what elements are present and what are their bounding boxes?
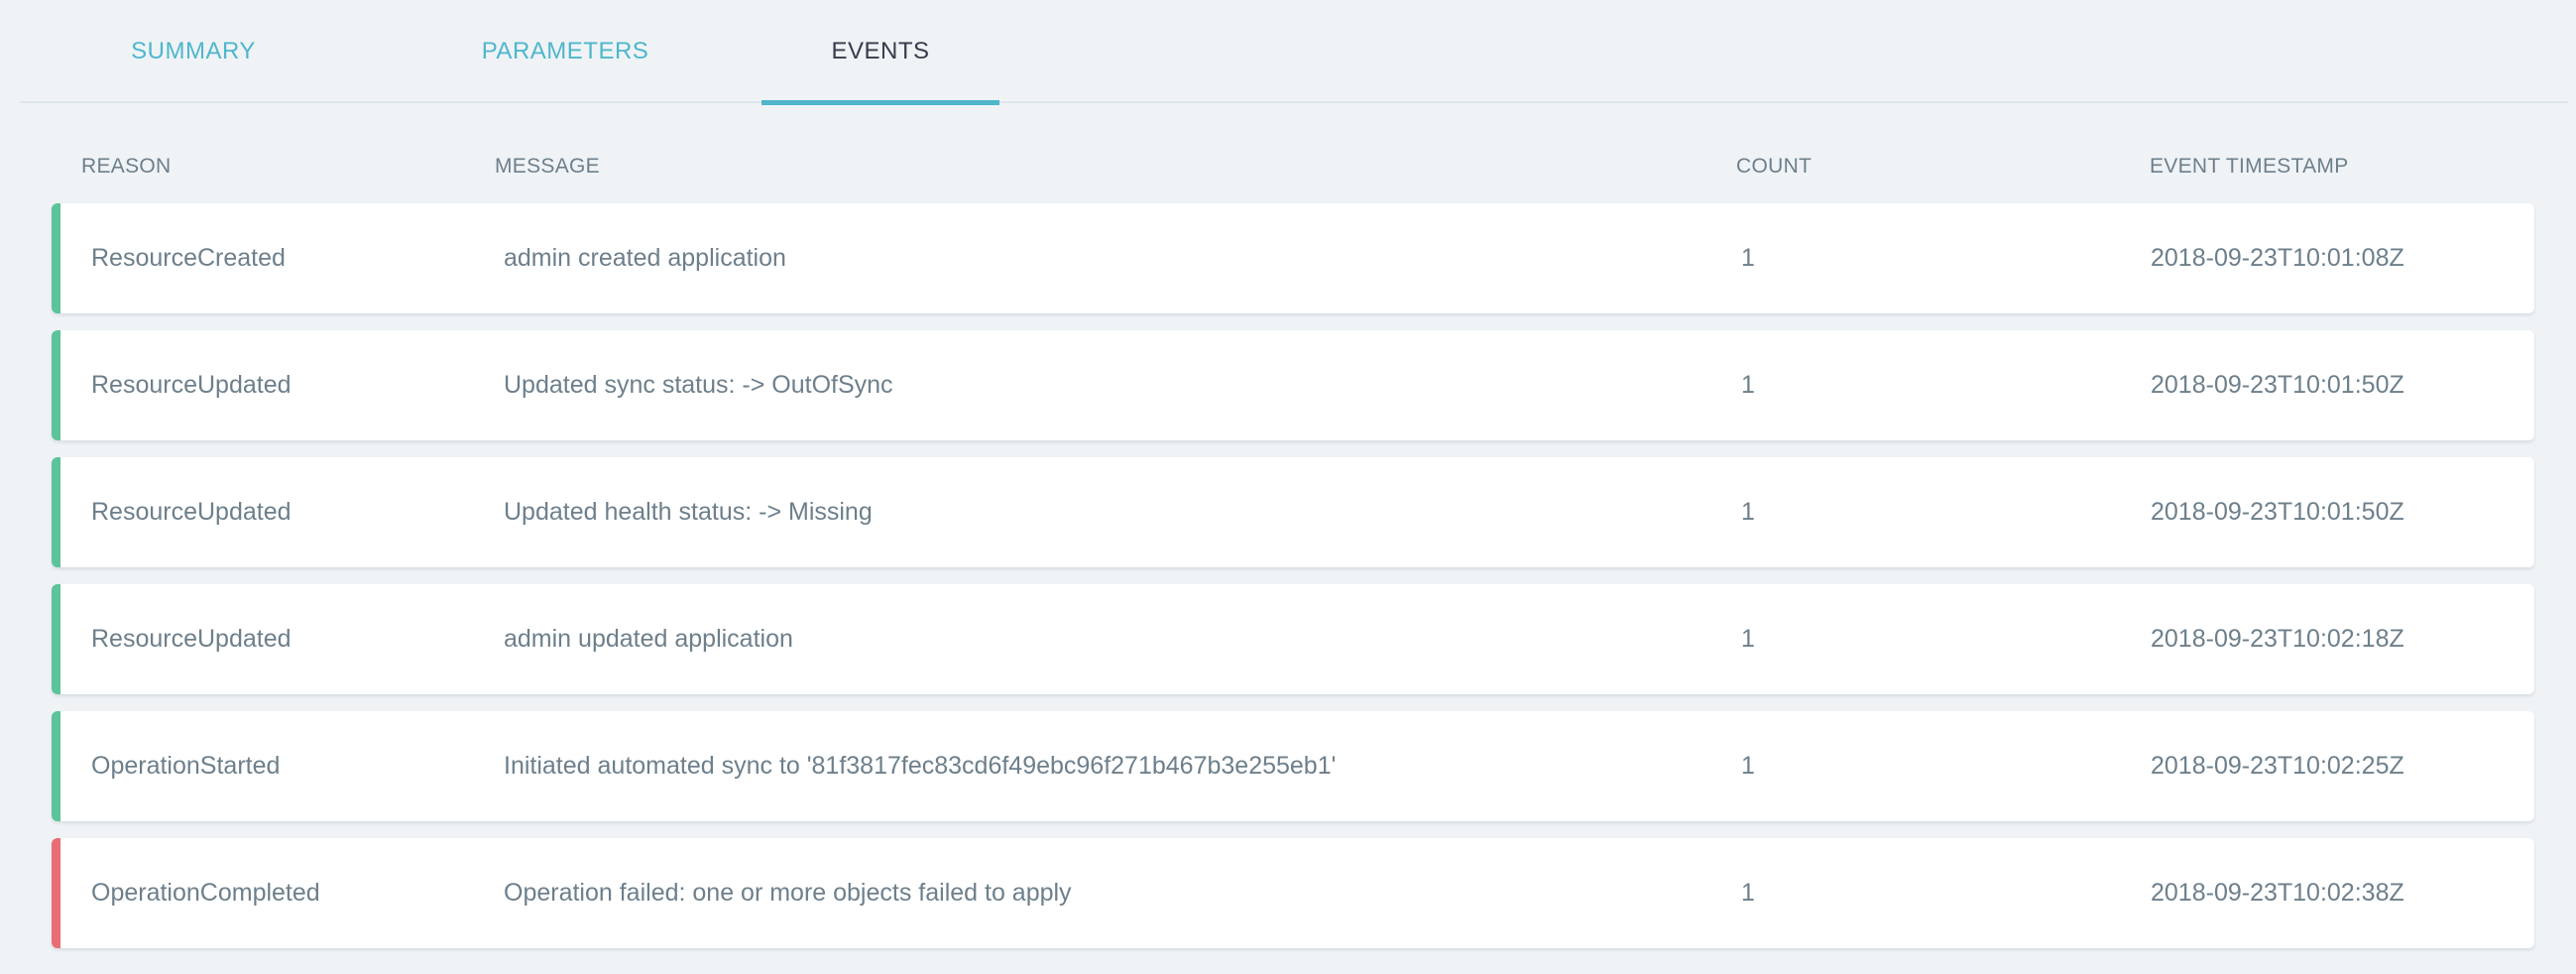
event-timestamp: 2018-09-23T10:01:50Z — [2151, 498, 2404, 526]
events-list: ResourceCreated admin created applicatio… — [52, 203, 2534, 965]
event-message: Updated health status: -> Missing — [504, 498, 873, 526]
event-count: 1 — [1741, 879, 1755, 907]
column-header-reason: REASON — [81, 155, 172, 178]
tab-parameters[interactable]: PARAMETERS — [357, 0, 773, 103]
table-header: REASON MESSAGE COUNT EVENT TIMESTAMP — [0, 155, 2576, 184]
status-indicator — [52, 838, 60, 948]
event-row[interactable]: ResourceUpdated Updated sync status: -> … — [52, 330, 2534, 440]
status-indicator — [52, 330, 60, 440]
event-count: 1 — [1741, 244, 1755, 272]
tab-bar: SUMMARY PARAMETERS EVENTS — [20, 0, 2568, 105]
event-reason: ResourceCreated — [91, 244, 286, 272]
column-header-message: MESSAGE — [495, 155, 600, 178]
event-timestamp: 2018-09-23T10:02:18Z — [2151, 625, 2404, 653]
event-reason: OperationCompleted — [91, 879, 320, 907]
event-message: admin updated application — [504, 625, 793, 653]
event-reason: ResourceUpdated — [91, 498, 292, 526]
event-row[interactable]: ResourceUpdated Updated health status: -… — [52, 457, 2534, 567]
status-indicator — [52, 711, 60, 821]
event-row[interactable]: OperationStarted Initiated automated syn… — [52, 711, 2534, 821]
column-header-event-timestamp: EVENT TIMESTAMP — [2150, 155, 2349, 178]
event-row[interactable]: OperationCompleted Operation failed: one… — [52, 838, 2534, 948]
event-timestamp: 2018-09-23T10:02:25Z — [2151, 752, 2404, 780]
event-message: Initiated automated sync to '81f3817fec8… — [504, 752, 1337, 780]
tab-summary[interactable]: SUMMARY — [20, 0, 367, 103]
tab-events[interactable]: EVENTS — [761, 0, 999, 105]
event-reason: ResourceUpdated — [91, 625, 292, 653]
event-row[interactable]: ResourceCreated admin created applicatio… — [52, 203, 2534, 313]
status-indicator — [52, 457, 60, 567]
event-row[interactable]: ResourceUpdated admin updated applicatio… — [52, 584, 2534, 694]
status-indicator — [52, 584, 60, 694]
event-message: admin created application — [504, 244, 786, 272]
event-reason: ResourceUpdated — [91, 371, 292, 399]
event-count: 1 — [1741, 752, 1755, 780]
event-count: 1 — [1741, 371, 1755, 399]
status-indicator — [52, 203, 60, 313]
event-count: 1 — [1741, 625, 1755, 653]
event-timestamp: 2018-09-23T10:01:50Z — [2151, 371, 2404, 399]
event-count: 1 — [1741, 498, 1755, 526]
event-message: Operation failed: one or more objects fa… — [504, 879, 1072, 907]
event-message: Updated sync status: -> OutOfSync — [504, 371, 893, 399]
column-header-count: COUNT — [1736, 155, 1813, 178]
event-timestamp: 2018-09-23T10:02:38Z — [2151, 879, 2404, 907]
event-timestamp: 2018-09-23T10:01:08Z — [2151, 244, 2404, 272]
event-reason: OperationStarted — [91, 752, 281, 780]
